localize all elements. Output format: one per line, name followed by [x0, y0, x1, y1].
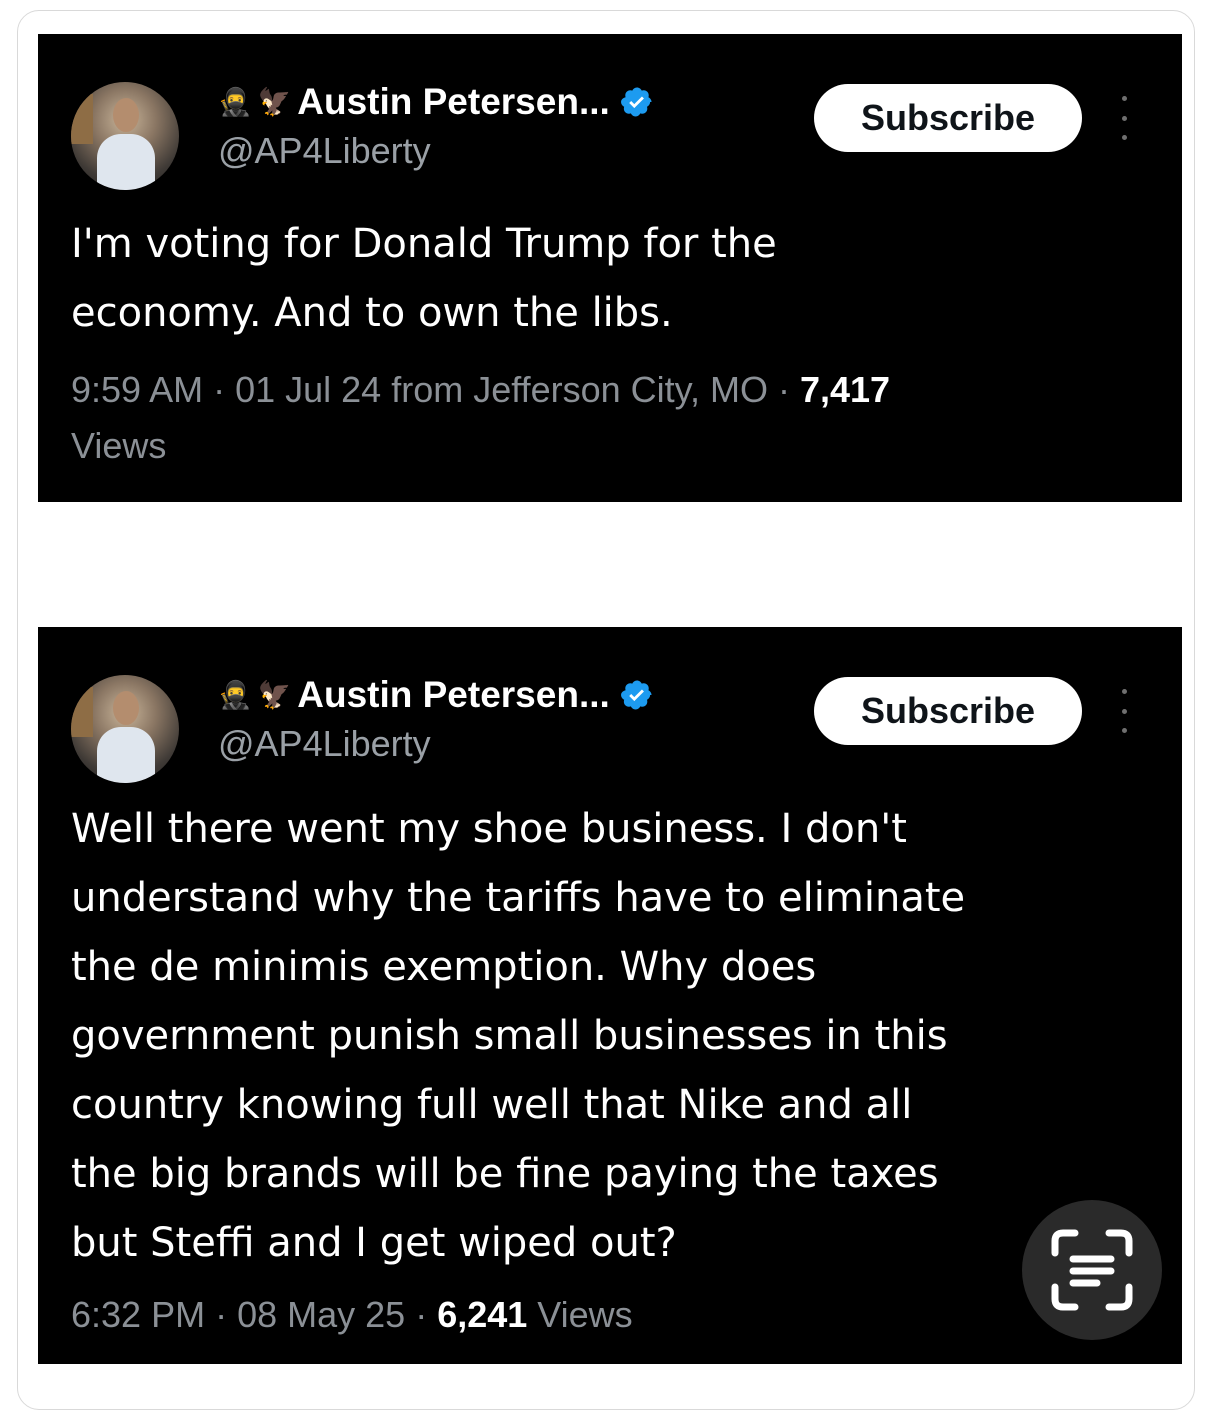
author-handle[interactable]: @AP4Liberty: [218, 723, 431, 765]
tweet-time[interactable]: 6:32 PM: [71, 1294, 205, 1335]
tweet-date[interactable]: 01 Jul 24: [235, 369, 381, 410]
meta-separator: ·: [203, 369, 236, 410]
meta-separator: ·: [205, 1294, 238, 1335]
tweet-text: Well there went my shoe business. I don'…: [71, 806, 966, 1266]
text-scan-button[interactable]: [1022, 1200, 1162, 1340]
tweet-text: I'm voting for Donald Trump for the econ…: [71, 221, 777, 336]
tweet-time[interactable]: 9:59 AM: [71, 369, 203, 410]
verified-badge-icon: [620, 680, 652, 710]
ninja-emoji-icon: 🥷: [218, 679, 252, 711]
tweet-location: from Jefferson City, MO: [381, 369, 768, 410]
author-handle[interactable]: @AP4Liberty: [218, 130, 431, 172]
views-label: Views: [71, 425, 167, 466]
text-scan-icon: [1051, 1229, 1133, 1311]
author-name-row: 🥷 🦅 Austin Petersen...: [218, 673, 654, 717]
views-count: 7,417: [799, 369, 891, 410]
tweet-card-1: 🥷 🦅 Austin Petersen... @AP4Liberty Subsc…: [38, 34, 1182, 502]
more-vertical-icon[interactable]: [1117, 689, 1131, 733]
verified-badge-icon: [620, 87, 652, 117]
views-label: Views: [537, 1294, 633, 1335]
meta-separator: ·: [767, 369, 800, 410]
eagle-emoji-icon: 🦅: [257, 86, 292, 118]
tweet-meta: 6:32 PM · 08 May 25 · 6,241 Views: [71, 1293, 1102, 1337]
subscribe-button[interactable]: Subscribe: [814, 84, 1082, 152]
tweet-card-2: 🥷 🦅 Austin Petersen... @AP4Liberty Subsc…: [38, 627, 1182, 1364]
avatar[interactable]: [71, 675, 179, 783]
eagle-emoji-icon: 🦅: [257, 679, 292, 711]
ninja-emoji-icon: 🥷: [218, 86, 252, 118]
author-name[interactable]: Austin Petersen...: [297, 81, 610, 123]
views-count: 6,241: [437, 1294, 528, 1335]
more-vertical-icon[interactable]: [1117, 96, 1131, 140]
author-name-row: 🥷 🦅 Austin Petersen...: [218, 80, 654, 124]
subscribe-button[interactable]: Subscribe: [814, 677, 1082, 745]
tweet-meta: 9:59 AM · 01 Jul 24 from Jefferson City,…: [71, 362, 1102, 474]
tweet-date[interactable]: 08 May 25: [237, 1294, 405, 1335]
meta-separator: ·: [405, 1294, 438, 1335]
author-name[interactable]: Austin Petersen...: [297, 674, 610, 716]
avatar[interactable]: [71, 82, 179, 190]
